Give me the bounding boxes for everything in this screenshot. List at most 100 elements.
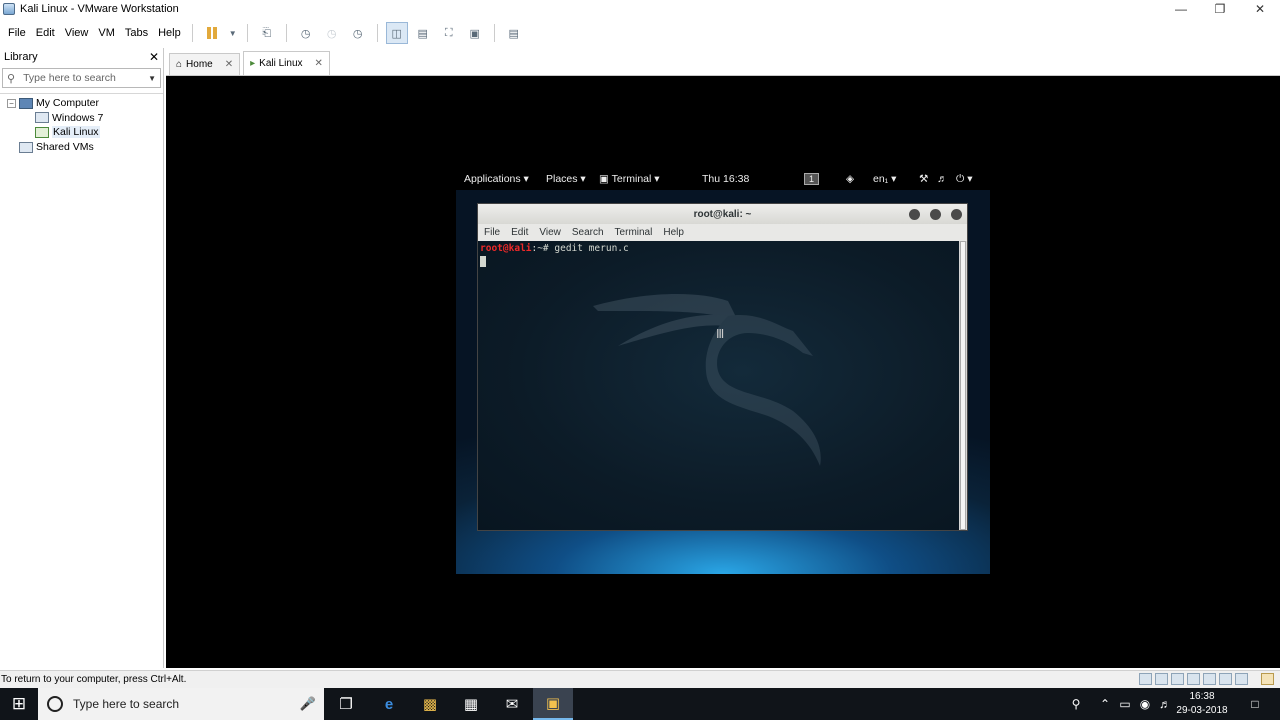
- people-icon[interactable]: ⚲: [1066, 688, 1086, 720]
- terminal-icon: ▣: [599, 173, 609, 185]
- chevron-down-icon[interactable]: ▼: [148, 74, 156, 83]
- edge-button[interactable]: e: [369, 688, 409, 720]
- collapse-toggle-icon[interactable]: −: [7, 98, 16, 108]
- terminal-body[interactable]: root@kali:~# gedit merun.c Ⅲ: [478, 241, 959, 530]
- volume-icon[interactable]: ♬: [937, 173, 948, 185]
- terminal-menu-help[interactable]: Help: [663, 227, 684, 238]
- library-search-input[interactable]: ⚲ Type here to search ▼: [2, 68, 161, 88]
- tree-item-my-computer[interactable]: − My Computer: [0, 96, 163, 111]
- menu-file[interactable]: File: [3, 27, 31, 39]
- terminal-menu-edit[interactable]: Edit: [511, 227, 528, 238]
- guest-desktop[interactable]: Applications ▾ Places ▾ ▣ Terminal ▾ Thu…: [456, 170, 990, 574]
- menu-bar: File Edit View VM Tabs Help ▼ ⎗ ◷ ◷ ◷ ◫ …: [0, 20, 1280, 46]
- window-title: Kali Linux - VMware Workstation: [20, 3, 179, 15]
- printer-icon[interactable]: [1187, 673, 1200, 685]
- menu-view[interactable]: View: [60, 27, 94, 39]
- minimize-icon[interactable]: [909, 209, 920, 220]
- maximize-icon[interactable]: [930, 209, 941, 220]
- store-button[interactable]: ▦: [451, 688, 491, 720]
- menu-help[interactable]: Help: [153, 27, 186, 39]
- close-tab-icon[interactable]: ✕: [315, 58, 323, 69]
- display-icon[interactable]: [1235, 673, 1248, 685]
- unity-icon: ▣: [469, 27, 480, 40]
- revert-snapshot-button[interactable]: ◷: [321, 22, 343, 44]
- send-ctrl-alt-del-button[interactable]: ⎗: [256, 22, 278, 44]
- terminal-menu-file[interactable]: File: [484, 227, 500, 238]
- menu-tabs[interactable]: Tabs: [120, 27, 153, 39]
- show-library-button[interactable]: ◫: [385, 22, 408, 44]
- taskbar-clock[interactable]: 16:38 29-03-2018: [1172, 690, 1232, 718]
- tree-item-label: Kali Linux: [52, 126, 100, 139]
- battery-icon[interactable]: ▭: [1116, 688, 1134, 720]
- action-center-icon[interactable]: □: [1244, 688, 1266, 720]
- start-button[interactable]: ⊞: [0, 688, 38, 720]
- terminal-menu-search[interactable]: Search: [572, 227, 604, 238]
- mail-button[interactable]: ✉: [492, 688, 532, 720]
- folder-icon: ▩: [422, 696, 438, 713]
- power-dropdown-button[interactable]: ▼: [227, 22, 239, 44]
- terminal-menu-view[interactable]: View: [539, 227, 561, 238]
- scrollbar-thumb[interactable]: [960, 241, 966, 530]
- full-screen-button[interactable]: ⛶: [438, 22, 460, 44]
- task-view-button[interactable]: ❐: [326, 688, 366, 720]
- cd-dvd-icon[interactable]: [1155, 673, 1168, 685]
- vmware-taskbar-button[interactable]: ▣: [533, 688, 573, 720]
- shell-prompt-suffix: :~#: [531, 243, 555, 254]
- snapshot-manager-icon: ◷: [352, 27, 363, 40]
- chevron-down-icon: ▼: [228, 28, 237, 38]
- terminal-scrollbar[interactable]: [959, 241, 967, 530]
- terminal-app-menu[interactable]: ▣ Terminal ▾: [599, 173, 660, 185]
- pause-icon: [206, 27, 217, 39]
- tree-item-kali-linux[interactable]: Kali Linux: [0, 125, 163, 140]
- workspace-indicator[interactable]: 1: [804, 173, 820, 185]
- tab-home[interactable]: ⌂ Home ✕: [169, 53, 241, 75]
- text-cursor: [480, 254, 957, 270]
- camera-icon[interactable]: ◈: [846, 173, 854, 185]
- close-icon[interactable]: [951, 209, 962, 220]
- snapshot-button[interactable]: ◷: [295, 22, 317, 44]
- places-menu[interactable]: Places ▾: [546, 173, 586, 185]
- hard-disk-icon[interactable]: [1139, 673, 1152, 685]
- tab-kali-linux[interactable]: ▸ Kali Linux ✕: [243, 51, 330, 75]
- wrench-icon[interactable]: ⚒: [919, 173, 928, 185]
- unity-button[interactable]: ▣: [464, 22, 486, 44]
- message-log-icon[interactable]: [1261, 673, 1274, 685]
- chevron-up-icon[interactable]: ⌃: [1096, 688, 1114, 720]
- vm-console[interactable]: Applications ▾ Places ▾ ▣ Terminal ▾ Thu…: [166, 76, 1280, 668]
- menu-vm[interactable]: VM: [93, 27, 120, 39]
- close-library-icon[interactable]: ✕: [149, 50, 159, 64]
- sound-card-icon[interactable]: [1203, 673, 1216, 685]
- tree-item-windows-7[interactable]: Windows 7: [0, 111, 163, 126]
- network-icon[interactable]: ◉: [1136, 688, 1154, 720]
- snapshot-manager-button[interactable]: ◷: [347, 22, 369, 44]
- keyboard-layout-menu[interactable]: en₁ ▾: [873, 173, 896, 185]
- close-button[interactable]: ✕: [1240, 0, 1280, 18]
- power-menu-icon[interactable]: ⏻ ▾: [956, 173, 973, 186]
- file-explorer-button[interactable]: ▩: [410, 688, 450, 720]
- console-view-button[interactable]: ▤: [503, 22, 525, 44]
- mail-icon: ✉: [505, 696, 519, 713]
- library-icon: ◫: [391, 27, 402, 40]
- console-icon: ▤: [508, 27, 519, 40]
- usb-icon[interactable]: [1219, 673, 1232, 685]
- taskbar-search-box[interactable]: Type here to search 🎤: [38, 688, 324, 720]
- close-tab-icon[interactable]: ✕: [225, 59, 233, 70]
- cortana-icon: [47, 696, 63, 712]
- applications-menu[interactable]: Applications ▾: [464, 173, 529, 185]
- toolbar-divider: [191, 24, 193, 42]
- thumbnail-bar-button[interactable]: ▤: [412, 22, 434, 44]
- terminal-menu-terminal[interactable]: Terminal: [615, 227, 653, 238]
- microphone-icon[interactable]: 🎤: [300, 696, 316, 712]
- network-icon[interactable]: [1171, 673, 1184, 685]
- minimize-button[interactable]: —: [1161, 0, 1201, 18]
- guest-clock[interactable]: Thu 16:38: [702, 173, 749, 185]
- terminal-window[interactable]: root@kali: ~ File Edit View Search Termi…: [477, 203, 968, 531]
- shell-command: gedit merun.c: [554, 243, 629, 254]
- restore-button[interactable]: ❐: [1200, 0, 1240, 18]
- task-view-icon: ❐: [339, 696, 353, 713]
- shell-prompt: root@kali: [480, 243, 532, 254]
- suspend-button[interactable]: [201, 22, 223, 44]
- menu-edit[interactable]: Edit: [31, 27, 60, 39]
- window-title-bar: Kali Linux - VMware Workstation — ❐ ✕: [0, 0, 1280, 18]
- tree-item-shared-vms[interactable]: Shared VMs: [0, 140, 163, 155]
